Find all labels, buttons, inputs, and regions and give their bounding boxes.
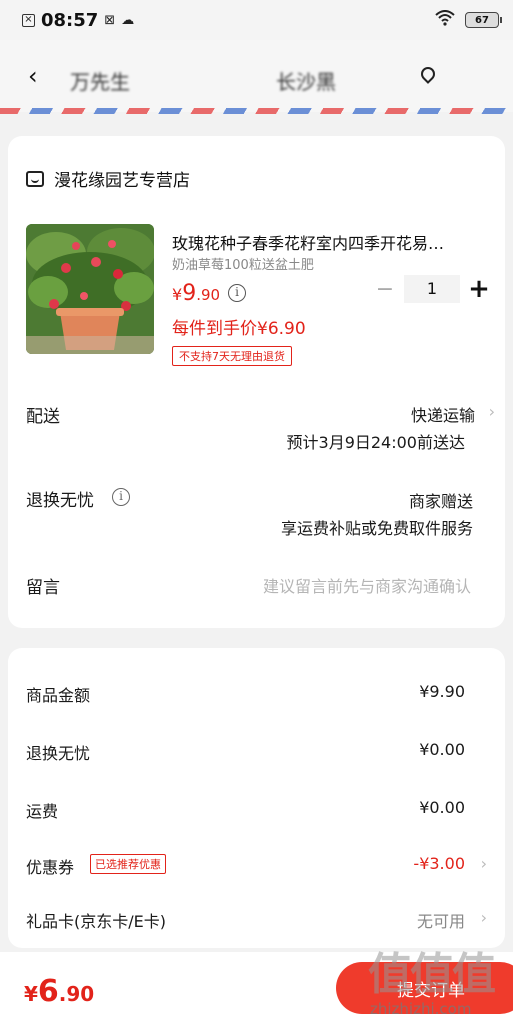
shop-header[interactable]: 漫花缘园艺专营店 [26, 166, 190, 191]
order-card: 漫花缘园艺专营店 玫瑰花种子春季花籽室内四季开花易… 奶油草莓100粒送盆土肥 … [8, 136, 505, 628]
shop-name: 漫花缘园艺专营店 [54, 171, 190, 191]
chevron-right-icon[interactable]: › [481, 854, 487, 873]
product-spec[interactable]: 奶油草莓100粒送盆土肥 [172, 254, 314, 273]
worry-free-info-icon[interactable]: i [112, 488, 130, 506]
summary-coupon-value[interactable]: -¥3.00 [413, 854, 465, 873]
notification-x-icon: × [22, 13, 35, 27]
delivery-method[interactable]: 快递运输 [411, 402, 475, 426]
minus-icon[interactable]: − [372, 277, 398, 302]
summary-worry-free-value: ¥0.00 [419, 740, 465, 759]
summary-goods-label: 商品金额 [26, 686, 91, 705]
delivery-eta: 预计3月9日24:00前送达 [286, 433, 465, 452]
summary-worry-free-label: 退换无忧 [26, 744, 91, 763]
status-time: 08:57 [41, 9, 99, 31]
plus-icon[interactable]: + [466, 274, 492, 304]
recipient-name: 万先生 [70, 70, 130, 94]
summary-shipping-label: 运费 [26, 802, 59, 821]
product-title[interactable]: 玫瑰花种子春季花籽室内四季开花易… [172, 230, 492, 254]
memo-input[interactable]: 建议留言前先与商家沟通确认 [263, 573, 471, 597]
battery-icon: 67 [465, 12, 502, 28]
worry-free-value: 商家赠送 [408, 492, 473, 511]
memo-label: 留言 [26, 578, 60, 598]
address-header[interactable]: ‹ 万先生 长沙黑 [0, 40, 513, 112]
net-price: 每件到手价¥6.90 [172, 319, 306, 339]
summary-goods-value: ¥9.90 [419, 682, 465, 701]
watermark: 值值值 zhizhizhi.com [368, 938, 513, 1024]
airmail-divider [0, 108, 513, 114]
recipient-address: 长沙黑 [276, 70, 336, 94]
worry-free-label: 退换无忧 [26, 491, 94, 511]
summary-coupon-label: 优惠券 [26, 858, 75, 877]
cloud-icon: ☁ [121, 12, 135, 28]
back-icon[interactable]: ‹ [28, 62, 38, 90]
price-info-icon[interactable]: i [228, 284, 246, 302]
summary-giftcard-value[interactable]: 无可用 [417, 908, 465, 932]
wifi-icon [435, 10, 455, 30]
watermark-logo: 值值值 [368, 949, 496, 1000]
product-image[interactable] [26, 224, 154, 354]
delivery-label: 配送 [26, 407, 60, 427]
summary-shipping-value: ¥0.00 [419, 798, 465, 817]
worry-free-desc: 享运费补贴或免费取件服务 [280, 519, 473, 538]
chevron-right-icon[interactable]: › [481, 908, 487, 927]
chevron-right-icon[interactable]: › [489, 402, 495, 421]
quantity-stepper: − 1 + [372, 274, 492, 304]
watermark-site: zhizhizhi.com [370, 1000, 472, 1018]
summary-card: 商品金额 ¥9.90 退换无忧 ¥0.00 运费 ¥0.00 优惠券 已选推荐优… [8, 648, 505, 948]
sim-icon: ⊠ [104, 12, 116, 28]
location-pin-icon [418, 64, 438, 84]
status-bar: × 08:57 ⊠ ☁ 67 [0, 0, 513, 40]
shop-icon [26, 170, 44, 187]
order-total: ¥6.90 [24, 974, 95, 1009]
quantity-input[interactable]: 1 [404, 275, 460, 303]
coupon-selected-badge: 已选推荐优惠 [90, 854, 166, 874]
product-price: ¥9.90 [172, 281, 221, 306]
return-policy-badge: 不支持7天无理由退货 [172, 346, 292, 366]
summary-giftcard-label: 礼品卡(京东卡/E卡) [26, 912, 166, 931]
